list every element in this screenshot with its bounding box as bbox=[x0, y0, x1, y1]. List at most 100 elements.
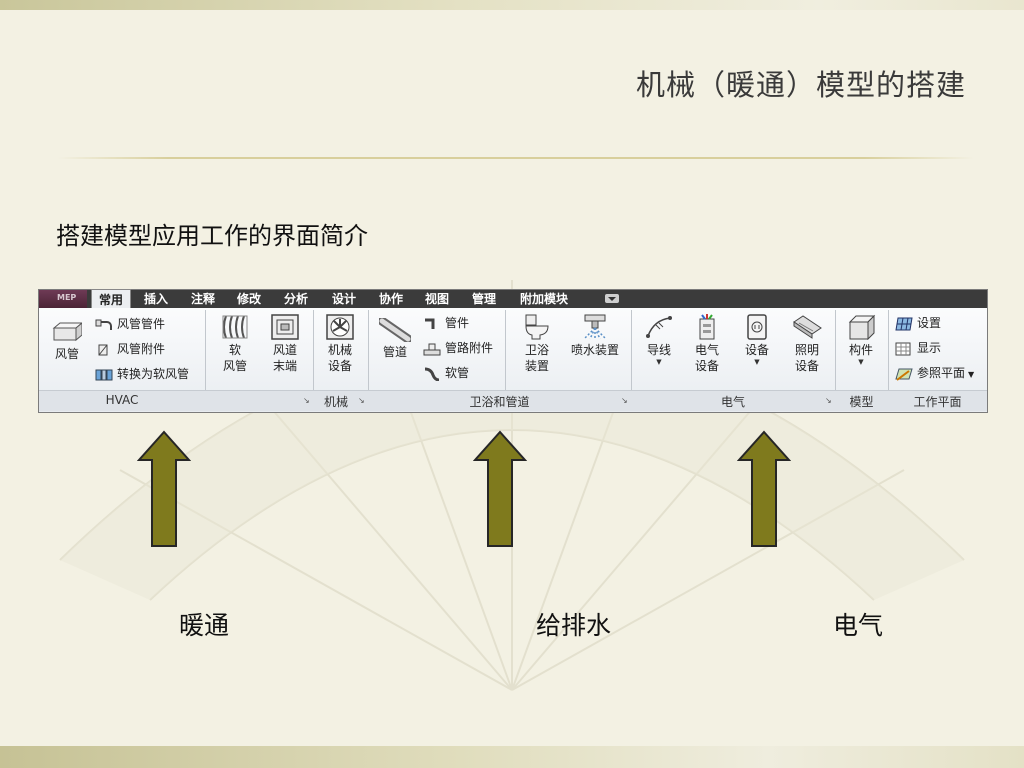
wire-button[interactable]: 导线 ▼ bbox=[639, 314, 679, 366]
electrical-equipment-label-2: 设备 bbox=[694, 359, 719, 373]
component-icon bbox=[848, 314, 876, 340]
duct-label: 风管 bbox=[54, 347, 79, 361]
outlet-icon bbox=[747, 314, 767, 340]
flex-pipe-icon bbox=[424, 367, 440, 381]
workplane-show-icon bbox=[895, 342, 911, 355]
plumbing-panel-launcher-icon[interactable]: ↘ bbox=[621, 396, 628, 405]
workplane-grid-icon bbox=[895, 317, 913, 330]
reference-plane-label: 参照平面 bbox=[917, 366, 966, 380]
air-terminal-icon bbox=[271, 314, 299, 340]
duct-accessory-icon bbox=[98, 344, 108, 355]
component-button[interactable]: 构件 ▼ bbox=[841, 314, 881, 366]
app-button-label: MEP bbox=[57, 293, 77, 302]
pipe-accessory-button[interactable]: 管路附件 bbox=[423, 339, 493, 357]
flex-pipe-label: 软管 bbox=[445, 366, 470, 380]
lighting-fixture-button[interactable]: 照明 设备 bbox=[785, 314, 829, 374]
workplane-show-button[interactable]: 显示 bbox=[895, 339, 941, 357]
flex-duct-button[interactable]: 软 风管 bbox=[215, 314, 255, 374]
sprinkler-icon bbox=[584, 314, 606, 340]
convert-flex-label: 转换为软风管 bbox=[117, 367, 190, 381]
mechanical-equipment-button[interactable]: 机械 设备 bbox=[319, 314, 361, 374]
tab-analyze[interactable]: 分析 bbox=[284, 290, 308, 308]
flex-duct-icon bbox=[222, 315, 248, 339]
up-arrow-electrical bbox=[737, 430, 791, 547]
mechanical-panel-launcher-icon[interactable]: ↘ bbox=[358, 396, 365, 405]
fan-equipment-icon bbox=[326, 314, 354, 340]
sprinkler-button[interactable]: 喷水装置 bbox=[567, 314, 623, 358]
mechanical-equipment-label-2: 设备 bbox=[327, 359, 352, 373]
plumbing-fixture-label-2: 装置 bbox=[524, 359, 549, 373]
lighting-fixture-label-1: 照明 bbox=[794, 343, 819, 357]
slide-subtitle: 搭建模型应用工作的界面简介 bbox=[56, 222, 368, 250]
reference-plane-dropdown-icon[interactable]: ▼ bbox=[968, 370, 974, 379]
ribbon-minimize-button[interactable] bbox=[605, 294, 619, 303]
air-terminal-button[interactable]: 风道 末端 bbox=[265, 314, 305, 374]
duct-fitting-label: 风管管件 bbox=[117, 317, 166, 331]
duct-icon bbox=[52, 322, 82, 342]
convert-to-flex-duct-button[interactable]: 转换为软风管 bbox=[95, 365, 189, 383]
device-button[interactable]: 设备 ▼ bbox=[737, 314, 777, 366]
up-arrow-hvac bbox=[137, 430, 191, 547]
pipe-label: 管道 bbox=[382, 345, 407, 359]
tab-view[interactable]: 视图 bbox=[425, 290, 449, 308]
duct-button[interactable]: 风管 bbox=[49, 320, 85, 362]
duct-accessory-button[interactable]: 风管附件 bbox=[95, 340, 165, 358]
tab-insert[interactable]: 插入 bbox=[144, 290, 168, 308]
electrical-panel-launcher-icon[interactable]: ↘ bbox=[825, 396, 832, 405]
tab-annotate[interactable]: 注释 bbox=[191, 290, 215, 308]
mechanical-equipment-label-1: 机械 bbox=[327, 343, 352, 357]
label-plumbing: 给排水 bbox=[536, 611, 612, 640]
wire-icon bbox=[646, 316, 672, 338]
label-electrical: 电气 bbox=[833, 611, 884, 640]
wire-label: 导线 bbox=[646, 343, 671, 357]
panel-title-workplane: 工作平面 bbox=[913, 395, 962, 409]
pipe-accessory-label: 管路附件 bbox=[445, 341, 494, 355]
reference-plane-icon bbox=[895, 368, 913, 381]
tab-modify[interactable]: 修改 bbox=[237, 290, 261, 308]
reference-plane-button[interactable]: 参照平面 ▼ bbox=[895, 364, 974, 382]
pipe-icon bbox=[379, 318, 411, 342]
air-terminal-label-1: 风道 bbox=[272, 343, 297, 357]
ribbon-tab-bar: MEP 常用 插入 注释 修改 分析 设计 协作 视图 管理 附加模块 bbox=[39, 289, 987, 309]
pipe-fitting-icon bbox=[425, 318, 435, 329]
duct-fitting-icon bbox=[95, 319, 112, 330]
pipe-fitting-label: 管件 bbox=[445, 316, 470, 330]
component-dropdown-icon[interactable]: ▼ bbox=[841, 358, 881, 366]
duct-accessory-label: 风管附件 bbox=[117, 342, 166, 356]
lighting-fixture-label-2: 设备 bbox=[794, 359, 819, 373]
component-label: 构件 bbox=[848, 343, 873, 357]
wire-dropdown-icon[interactable]: ▼ bbox=[639, 358, 679, 366]
device-dropdown-icon[interactable]: ▼ bbox=[737, 358, 777, 366]
plumbing-fixture-button[interactable]: 卫浴 装置 bbox=[517, 314, 557, 374]
device-label: 设备 bbox=[744, 343, 769, 357]
panel-title-mechanical: 机械 bbox=[323, 395, 348, 409]
panel-title-electrical: 电气 bbox=[720, 395, 745, 409]
plumbing-fixture-label-1: 卫浴 bbox=[524, 343, 549, 357]
convert-flex-icon bbox=[95, 369, 113, 380]
sprinkler-label: 喷水装置 bbox=[570, 343, 619, 357]
revit-ribbon: MEP 常用 插入 注释 修改 分析 设计 协作 视图 管理 附加模块 风管 风… bbox=[38, 289, 988, 413]
slide-title: 机械（暖通）模型的搭建 bbox=[635, 68, 966, 102]
label-hvac: 暖通 bbox=[179, 611, 230, 640]
tab-addins[interactable]: 附加模块 bbox=[520, 290, 568, 308]
electrical-panel-icon bbox=[699, 314, 715, 340]
tab-design[interactable]: 设计 bbox=[332, 290, 356, 308]
flex-duct-label-1: 软 bbox=[228, 343, 241, 357]
hvac-panel-launcher-icon[interactable]: ↘ bbox=[303, 396, 310, 405]
workplane-set-button[interactable]: 设置 bbox=[895, 314, 941, 332]
up-arrow-plumbing bbox=[473, 430, 527, 547]
application-menu-button[interactable]: MEP bbox=[39, 290, 87, 308]
panel-title-hvac: HVAC bbox=[105, 393, 139, 407]
electrical-equipment-button[interactable]: 电气 设备 bbox=[687, 314, 727, 374]
tab-collaborate[interactable]: 协作 bbox=[379, 290, 403, 308]
title-divider bbox=[58, 157, 974, 159]
pipe-fitting-button[interactable]: 管件 bbox=[423, 314, 469, 332]
tab-manage[interactable]: 管理 bbox=[472, 290, 496, 308]
tab-home[interactable]: 常用 bbox=[91, 289, 131, 309]
duct-fitting-button[interactable]: 风管管件 bbox=[95, 315, 165, 333]
pipe-button[interactable]: 管道 bbox=[375, 318, 415, 360]
panel-title-model: 模型 bbox=[849, 395, 874, 409]
flex-pipe-button[interactable]: 软管 bbox=[423, 364, 469, 382]
lighting-fixture-icon bbox=[793, 315, 822, 339]
flex-duct-label-2: 风管 bbox=[222, 359, 247, 373]
